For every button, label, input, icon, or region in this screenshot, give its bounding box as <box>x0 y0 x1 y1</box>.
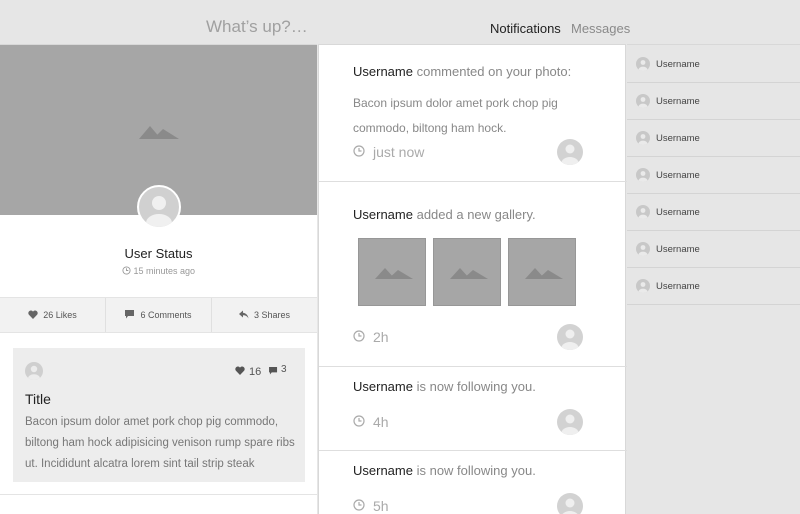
notification-avatar[interactable] <box>557 139 583 165</box>
notification-avatar[interactable] <box>557 324 583 350</box>
divider <box>0 494 317 495</box>
notification-header: Username commented on your photo: <box>353 64 571 79</box>
notification-time: just now <box>353 144 424 160</box>
status-time-label: 15 minutes ago <box>133 266 196 276</box>
share-icon <box>238 310 249 321</box>
clock-icon <box>353 498 365 514</box>
notification-item[interactable]: Username is now following you. 4h <box>319 367 627 451</box>
notification-time: 4h <box>353 414 389 430</box>
clock-icon <box>353 414 365 430</box>
notification-header: Username is now following you. <box>353 379 536 394</box>
user-avatar <box>636 205 650 219</box>
likes-label: 26 Likes <box>43 310 77 320</box>
notification-action: added a new gallery. <box>416 207 536 222</box>
notification-username[interactable]: Username <box>353 379 413 394</box>
profile-avatar[interactable] <box>137 185 181 229</box>
clock-icon <box>353 329 365 345</box>
notification-header: Username added a new gallery. <box>353 207 536 222</box>
comment-icon <box>125 309 135 321</box>
notification-action: commented on your photo: <box>416 64 572 79</box>
post-title: Title <box>25 391 51 407</box>
user-avatar <box>636 168 650 182</box>
notification-item[interactable]: Username added a new gallery. 2h <box>319 182 627 367</box>
notification-item[interactable]: Username commented on your photo: Bacon … <box>319 45 627 182</box>
notification-action: is now following you. <box>416 463 536 478</box>
comments-label: 6 Comments <box>140 310 192 320</box>
top-bar: What’s up?… Notifications Messages <box>0 0 800 44</box>
notification-item[interactable]: Username is now following you. 5h <box>319 451 627 514</box>
heart-icon <box>28 310 38 321</box>
user-name: Username <box>656 280 700 292</box>
image-placeholder-icon <box>139 126 179 139</box>
image-placeholder-icon <box>375 268 413 279</box>
notification-time: 2h <box>353 329 389 345</box>
post-likes[interactable]: 16 <box>235 366 261 378</box>
notification-time-label: 5h <box>373 498 389 514</box>
user-name: Username <box>656 132 700 144</box>
user-list-item[interactable]: Username <box>627 46 800 83</box>
gallery-thumbnail[interactable] <box>358 238 426 306</box>
user-status: User Status <box>124 246 193 261</box>
notification-time-label: 4h <box>373 414 389 430</box>
user-list-item[interactable]: Username <box>627 120 800 157</box>
post-body: Bacon ipsum dolor amet pork chop pig com… <box>25 416 295 470</box>
user-name: Username <box>656 95 700 107</box>
user-avatar <box>636 57 650 71</box>
image-placeholder-icon <box>450 268 488 279</box>
notification-action: is now following you. <box>416 379 536 394</box>
user-avatar <box>636 131 650 145</box>
user-list-item[interactable]: Username <box>627 157 800 194</box>
user-list-item[interactable]: Username <box>627 83 800 120</box>
notification-time-label: 2h <box>373 329 389 345</box>
post-comments[interactable]: 3 <box>269 364 287 378</box>
shares-label: 3 Shares <box>253 310 291 320</box>
profile-column: User Status 15 minutes ago 26 Likes 6 Co… <box>0 44 317 514</box>
user-avatar <box>636 94 650 108</box>
clock-icon <box>353 144 365 160</box>
notification-time: 5h <box>353 498 389 514</box>
user-avatar <box>636 242 650 256</box>
notification-username[interactable]: Username <box>353 207 413 222</box>
user-list-item[interactable]: Username <box>627 194 800 231</box>
user-list-item[interactable]: Username <box>627 231 800 268</box>
status-time: 15 minutes ago <box>0 266 317 277</box>
users-sidebar: Username Username Username Username User… <box>627 44 800 514</box>
user-list-item[interactable]: Username <box>627 268 800 305</box>
nav-messages[interactable]: Messages <box>571 21 630 36</box>
post-comments-count: 3 <box>281 364 287 375</box>
nav-notifications[interactable]: Notifications <box>490 21 561 36</box>
user-name: Username <box>656 206 700 218</box>
stats-bar: 26 Likes 6 Comments 3 Shares <box>0 297 317 333</box>
post-likes-count: 16 <box>249 366 262 378</box>
clock-icon <box>122 266 131 277</box>
notification-username[interactable]: Username <box>353 64 413 79</box>
comments-button[interactable]: 6 Comments <box>106 298 212 332</box>
notification-header: Username is now following you. <box>353 463 536 478</box>
image-placeholder-icon <box>525 268 563 279</box>
notification-avatar[interactable] <box>557 493 583 514</box>
heart-icon <box>235 366 245 378</box>
comment-icon <box>269 367 278 378</box>
notification-username[interactable]: Username <box>353 463 413 478</box>
likes-button[interactable]: 26 Likes <box>0 298 106 332</box>
gallery-thumbnail[interactable] <box>508 238 576 306</box>
post-author-avatar[interactable] <box>25 362 43 380</box>
notifications-column: Username commented on your photo: Bacon … <box>318 44 627 514</box>
user-avatar <box>636 279 650 293</box>
user-name: Username <box>656 169 700 181</box>
shares-button[interactable]: 3 Shares <box>212 298 317 332</box>
notification-time-label: just now <box>373 144 425 160</box>
compose-input[interactable]: What’s up?… <box>206 17 308 37</box>
user-name: Username <box>656 58 700 70</box>
gallery-thumbnail[interactable] <box>433 238 501 306</box>
notification-avatar[interactable] <box>557 409 583 435</box>
post-card[interactable]: 16 3 Title Bacon ipsum dolor amet pork c… <box>13 348 305 482</box>
notification-body: Bacon ipsum dolor amet pork chop pig com… <box>353 96 558 135</box>
user-name: Username <box>656 243 700 255</box>
